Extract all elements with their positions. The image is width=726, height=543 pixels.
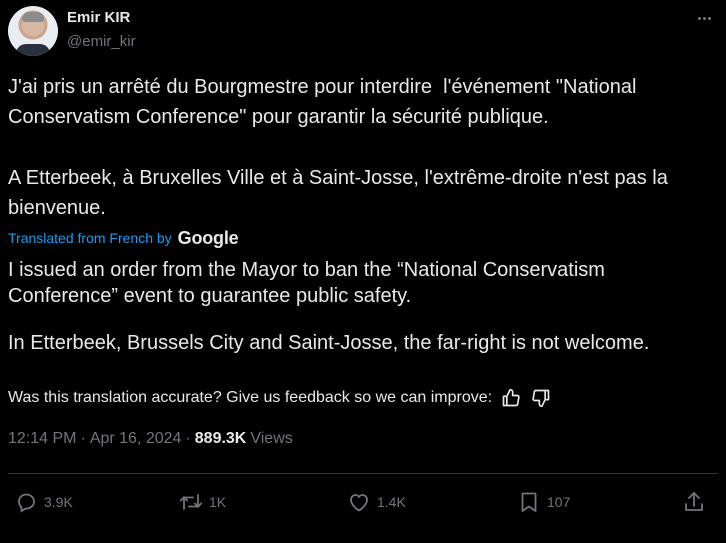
share-button[interactable]: [682, 490, 706, 514]
tweet-date[interactable]: Apr 16, 2024: [90, 430, 182, 448]
bookmark-button[interactable]: 107: [517, 490, 570, 514]
reply-button[interactable]: 3.9K: [14, 490, 73, 514]
original-paragraph-2: A Etterbeek, à Bruxelles Ville et à Sain…: [8, 167, 674, 219]
translated-paragraph-1: I issued an order from the Mayor to ban …: [8, 259, 605, 307]
bookmark-count: 107: [547, 494, 571, 510]
feedback-question: Was this translation accurate? Give us f…: [8, 389, 493, 406]
bookmark-icon: [521, 492, 537, 512]
avatar-hair: [22, 12, 44, 22]
meta-separator-2: ·: [185, 430, 191, 447]
repost-icon: [179, 494, 203, 510]
views-count: 889.3K: [194, 430, 247, 447]
share-icon: [685, 492, 703, 511]
avatar-shirt: [16, 44, 50, 56]
like-button[interactable]: 1.4K: [347, 490, 406, 514]
google-logo: Google: [177, 227, 239, 248]
translation-attribution: Translated from French by Google: [8, 227, 239, 248]
action-bar: 3.9K 1K 1.4K 107: [0, 478, 726, 528]
author-avatar[interactable]: [8, 6, 58, 56]
translated-from-link[interactable]: Translated from French by: [8, 230, 172, 246]
like-count: 1.4K: [377, 494, 406, 510]
more-icon[interactable]: [694, 8, 714, 28]
original-paragraph-1: J'ai pris un arrêté du Bourgmestre pour …: [8, 76, 642, 128]
divider: [8, 473, 718, 474]
translation-feedback: Was this translation accurate? Give us f…: [8, 386, 552, 410]
tweet-meta: 12:14 PM · Apr 16, 2024 · 889.3K Views: [8, 430, 293, 448]
tweet-time[interactable]: 12:14 PM: [8, 430, 76, 448]
like-icon: [350, 494, 368, 512]
thumbs-down-icon[interactable]: [530, 387, 552, 409]
thumbs-up-icon[interactable]: [500, 387, 522, 409]
author-handle[interactable]: @emir_kir: [67, 33, 136, 50]
translated-paragraph-2: In Etterbeek, Brussels City and Saint-Jo…: [8, 332, 650, 354]
meta-separator: ·: [80, 430, 86, 447]
repost-button[interactable]: 1K: [179, 490, 226, 514]
reply-count: 3.9K: [44, 494, 73, 510]
views-label: Views: [250, 430, 293, 447]
repost-count: 1K: [209, 494, 227, 510]
author-name[interactable]: Emir KIR: [67, 9, 130, 26]
reply-icon: [18, 493, 35, 513]
